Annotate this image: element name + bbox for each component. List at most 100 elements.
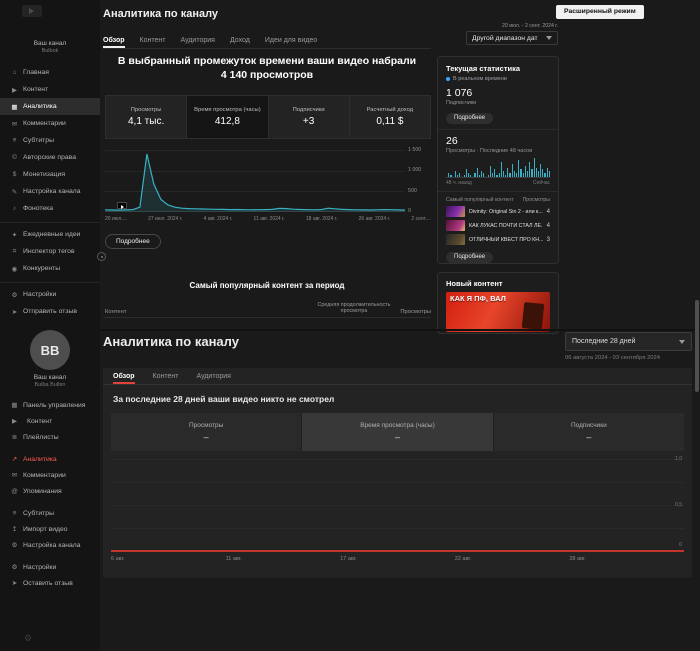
sidebar-item-tag-inspector[interactable]: ⌗Инспектор тегов — [0, 243, 100, 260]
sidebar-item-copyright[interactable]: ©Авторские права — [0, 149, 100, 166]
sidebar-item-monetization[interactable]: $Монетизация — [0, 166, 100, 183]
metric-revenue[interactable]: Расчетный доход 0,11 $ — [350, 96, 430, 138]
sidebar-item-label: Плейлисты — [23, 434, 59, 441]
sidebar-item-label: Контент — [27, 418, 52, 425]
metric-watch-time-2[interactable]: Время просмотра (часы) – — [302, 413, 493, 451]
realtime-bars — [446, 158, 550, 178]
tab-revenue[interactable]: Доход — [230, 33, 250, 48]
sidebar-item-feedback-2[interactable]: ➤Оставить отзыв — [0, 575, 100, 591]
realtime-bar — [523, 173, 524, 177]
views-48h-label: Просмотры · Последние 48 часов — [446, 148, 550, 154]
realtime-bar — [448, 173, 449, 177]
realtime-bar — [483, 173, 484, 177]
sidebar-item-subtitles-2[interactable]: ≡Субтитры — [0, 505, 100, 521]
sidebar-item-mentions[interactable]: @Упоминания — [0, 483, 100, 499]
x-tick: 28 авг. — [569, 556, 684, 562]
y-tick: 500 — [408, 188, 417, 194]
video-row[interactable]: ОТЛИЧНЫЙ КВЕСТ ПРО КН... 3 — [446, 234, 550, 245]
sidebar-item-subtitles[interactable]: ≡ Субтитры — [0, 132, 100, 149]
competitors-icon: ◉ — [10, 265, 19, 273]
sidebar-item-video-import[interactable]: ↥Импорт видео — [0, 521, 100, 537]
sidebar-item-settings-2[interactable]: ⚙Настройки — [0, 559, 100, 575]
realtime-bar — [461, 176, 462, 178]
published-video-marker-icon[interactable] — [117, 202, 127, 209]
realtime-bar — [512, 164, 513, 177]
realtime-live-row: В реальном времени — [446, 76, 550, 82]
sidebar-item-competitors[interactable]: ◉Конкуренты — [0, 260, 100, 277]
tab-audience-2[interactable]: Аудитория — [196, 368, 230, 384]
sidebar-item-label: Настройки — [23, 564, 56, 571]
date-range-dropdown[interactable]: Последние 28 дней — [565, 332, 692, 351]
realtime-bar — [468, 173, 469, 177]
channel2-label: Ваш канал — [0, 374, 100, 381]
tab-content[interactable]: Контент — [140, 33, 166, 48]
sidebar-item-dashboard[interactable]: ▦Панель управления — [0, 397, 100, 413]
sidebar-item-label: Оставить отзыв — [23, 580, 73, 587]
sidebar-item-playlists[interactable]: ≣Плейлисты — [0, 429, 100, 445]
sidebar-item-label: Настройка канала — [23, 188, 81, 195]
tab-content-2[interactable]: Контент — [153, 368, 179, 384]
tab-audience[interactable]: Аудитория — [180, 33, 214, 48]
no-views-message: За последние 28 дней ваши видео никто не… — [113, 394, 682, 404]
sidebar-item-home[interactable]: ⌂Главная — [0, 64, 100, 81]
top-content-label: Самый популярный контент — [446, 197, 513, 203]
date-range-picker[interactable]: Другой диапазон дат — [466, 31, 558, 45]
metric-subscribers-2[interactable]: Подписчики – — [494, 413, 684, 451]
sidebar-item-analytics[interactable]: ▦Аналитика — [0, 98, 100, 115]
tab-video-ideas[interactable]: Идеи для видео — [265, 33, 317, 48]
realtime-bar — [446, 176, 447, 178]
realtime-bar — [527, 171, 528, 177]
channel1-block: Ваш канал Bulbok — [0, 40, 100, 54]
ideas-icon: ✦ — [10, 231, 19, 239]
sidebar-item-send-feedback[interactable]: ➤Отправить отзыв — [0, 303, 100, 320]
realtime-bar — [474, 173, 475, 177]
sidebar-item-daily-ideas[interactable]: ✦ Ежедневные идеи — [0, 226, 100, 243]
subtitles-icon: ≡ — [10, 137, 19, 144]
metric-watch-time[interactable]: Время просмотра (часы) 412,8 — [187, 96, 268, 138]
tab-overview[interactable]: Обзор — [103, 33, 125, 48]
x-tick: 11 авг. — [226, 556, 341, 562]
sidebar-item-label: Ежедневные идеи — [23, 231, 80, 238]
video-thumbnail — [446, 206, 465, 217]
realtime-more-button-2[interactable]: Подробнее — [446, 252, 493, 263]
axis-left-label: 48 ч. назад — [446, 180, 472, 186]
sidebar-item-analytics-2[interactable]: ↗Аналитика — [0, 451, 100, 467]
sidebar-item-comments[interactable]: ✉Комментарии — [0, 115, 100, 132]
studio-logo-icon[interactable] — [22, 5, 42, 17]
sidebar-item-customization[interactable]: ✎Настройка канала — [0, 183, 100, 200]
comments-icon: ✉ — [10, 120, 19, 128]
sidebar-item-label: Субтитры — [23, 137, 54, 144]
video-row[interactable]: Divinity: Original Sin 2 - или к... 4 — [446, 206, 550, 217]
sidebar-item-comments-2[interactable]: ✉Комментарии — [0, 467, 100, 483]
see-more-button[interactable]: Подробнее — [105, 234, 161, 249]
sidebar-item-audio-library[interactable]: ♪Фонотека — [0, 200, 100, 217]
sidebar-item-settings[interactable]: ⚙Настройки — [0, 286, 100, 303]
metric-views-2[interactable]: Просмотры – — [111, 413, 302, 451]
sidebar-item-channel-settings[interactable]: ⚙Настройка канала — [0, 537, 100, 553]
extension-badge-icon[interactable] — [97, 252, 106, 261]
sidebar-item-content[interactable]: ▶Контент — [0, 81, 100, 98]
realtime-bar — [520, 169, 521, 177]
avatar[interactable]: BB — [30, 330, 70, 370]
bottom-gear-icon[interactable]: ⚙ — [24, 633, 32, 644]
metric-subscribers[interactable]: Подписчики +3 — [269, 96, 350, 138]
metric-label: Подписчики — [291, 107, 327, 113]
realtime-more-button[interactable]: Подробнее — [446, 113, 493, 124]
sidebar-item-content-2[interactable]: ▶Контент — [0, 413, 100, 429]
scrollbar-thumb[interactable] — [695, 300, 699, 392]
tab-overview-2[interactable]: Обзор — [113, 368, 135, 384]
new-content-thumbnail[interactable]: КАК Я ПФ, ВАЛ — [446, 292, 550, 332]
realtime-bar — [509, 173, 510, 177]
sidebar-menu-footer: ⚙Настройки ➤Отправить отзыв — [0, 282, 100, 320]
video-row[interactable]: КАК ЛУКАС ПОЧТИ СТАЛ ЛЕ... 4 — [446, 220, 550, 231]
advanced-mode-button[interactable]: Расширенный режим — [556, 5, 644, 19]
channel2-name: Bulba Bulbin — [0, 382, 100, 388]
live-label: В реальном времени — [453, 76, 507, 82]
comments-icon: ✉ — [10, 471, 19, 479]
sidebar-item-label: Инспектор тегов — [23, 248, 75, 255]
column-avg-duration: Средняя продолжительность просмотра — [317, 302, 391, 316]
date-range-dates: 06 августа 2024 - 03 сентября 2024 — [565, 355, 692, 361]
app-sidebar: Ваш канал Bulbok ⌂Главная ▶Контент ▦Анал… — [0, 0, 100, 651]
metric-views[interactable]: Просмотры 4,1 тыс. — [106, 96, 187, 138]
x-tick: 18 авг. 2024 г. — [306, 216, 338, 222]
